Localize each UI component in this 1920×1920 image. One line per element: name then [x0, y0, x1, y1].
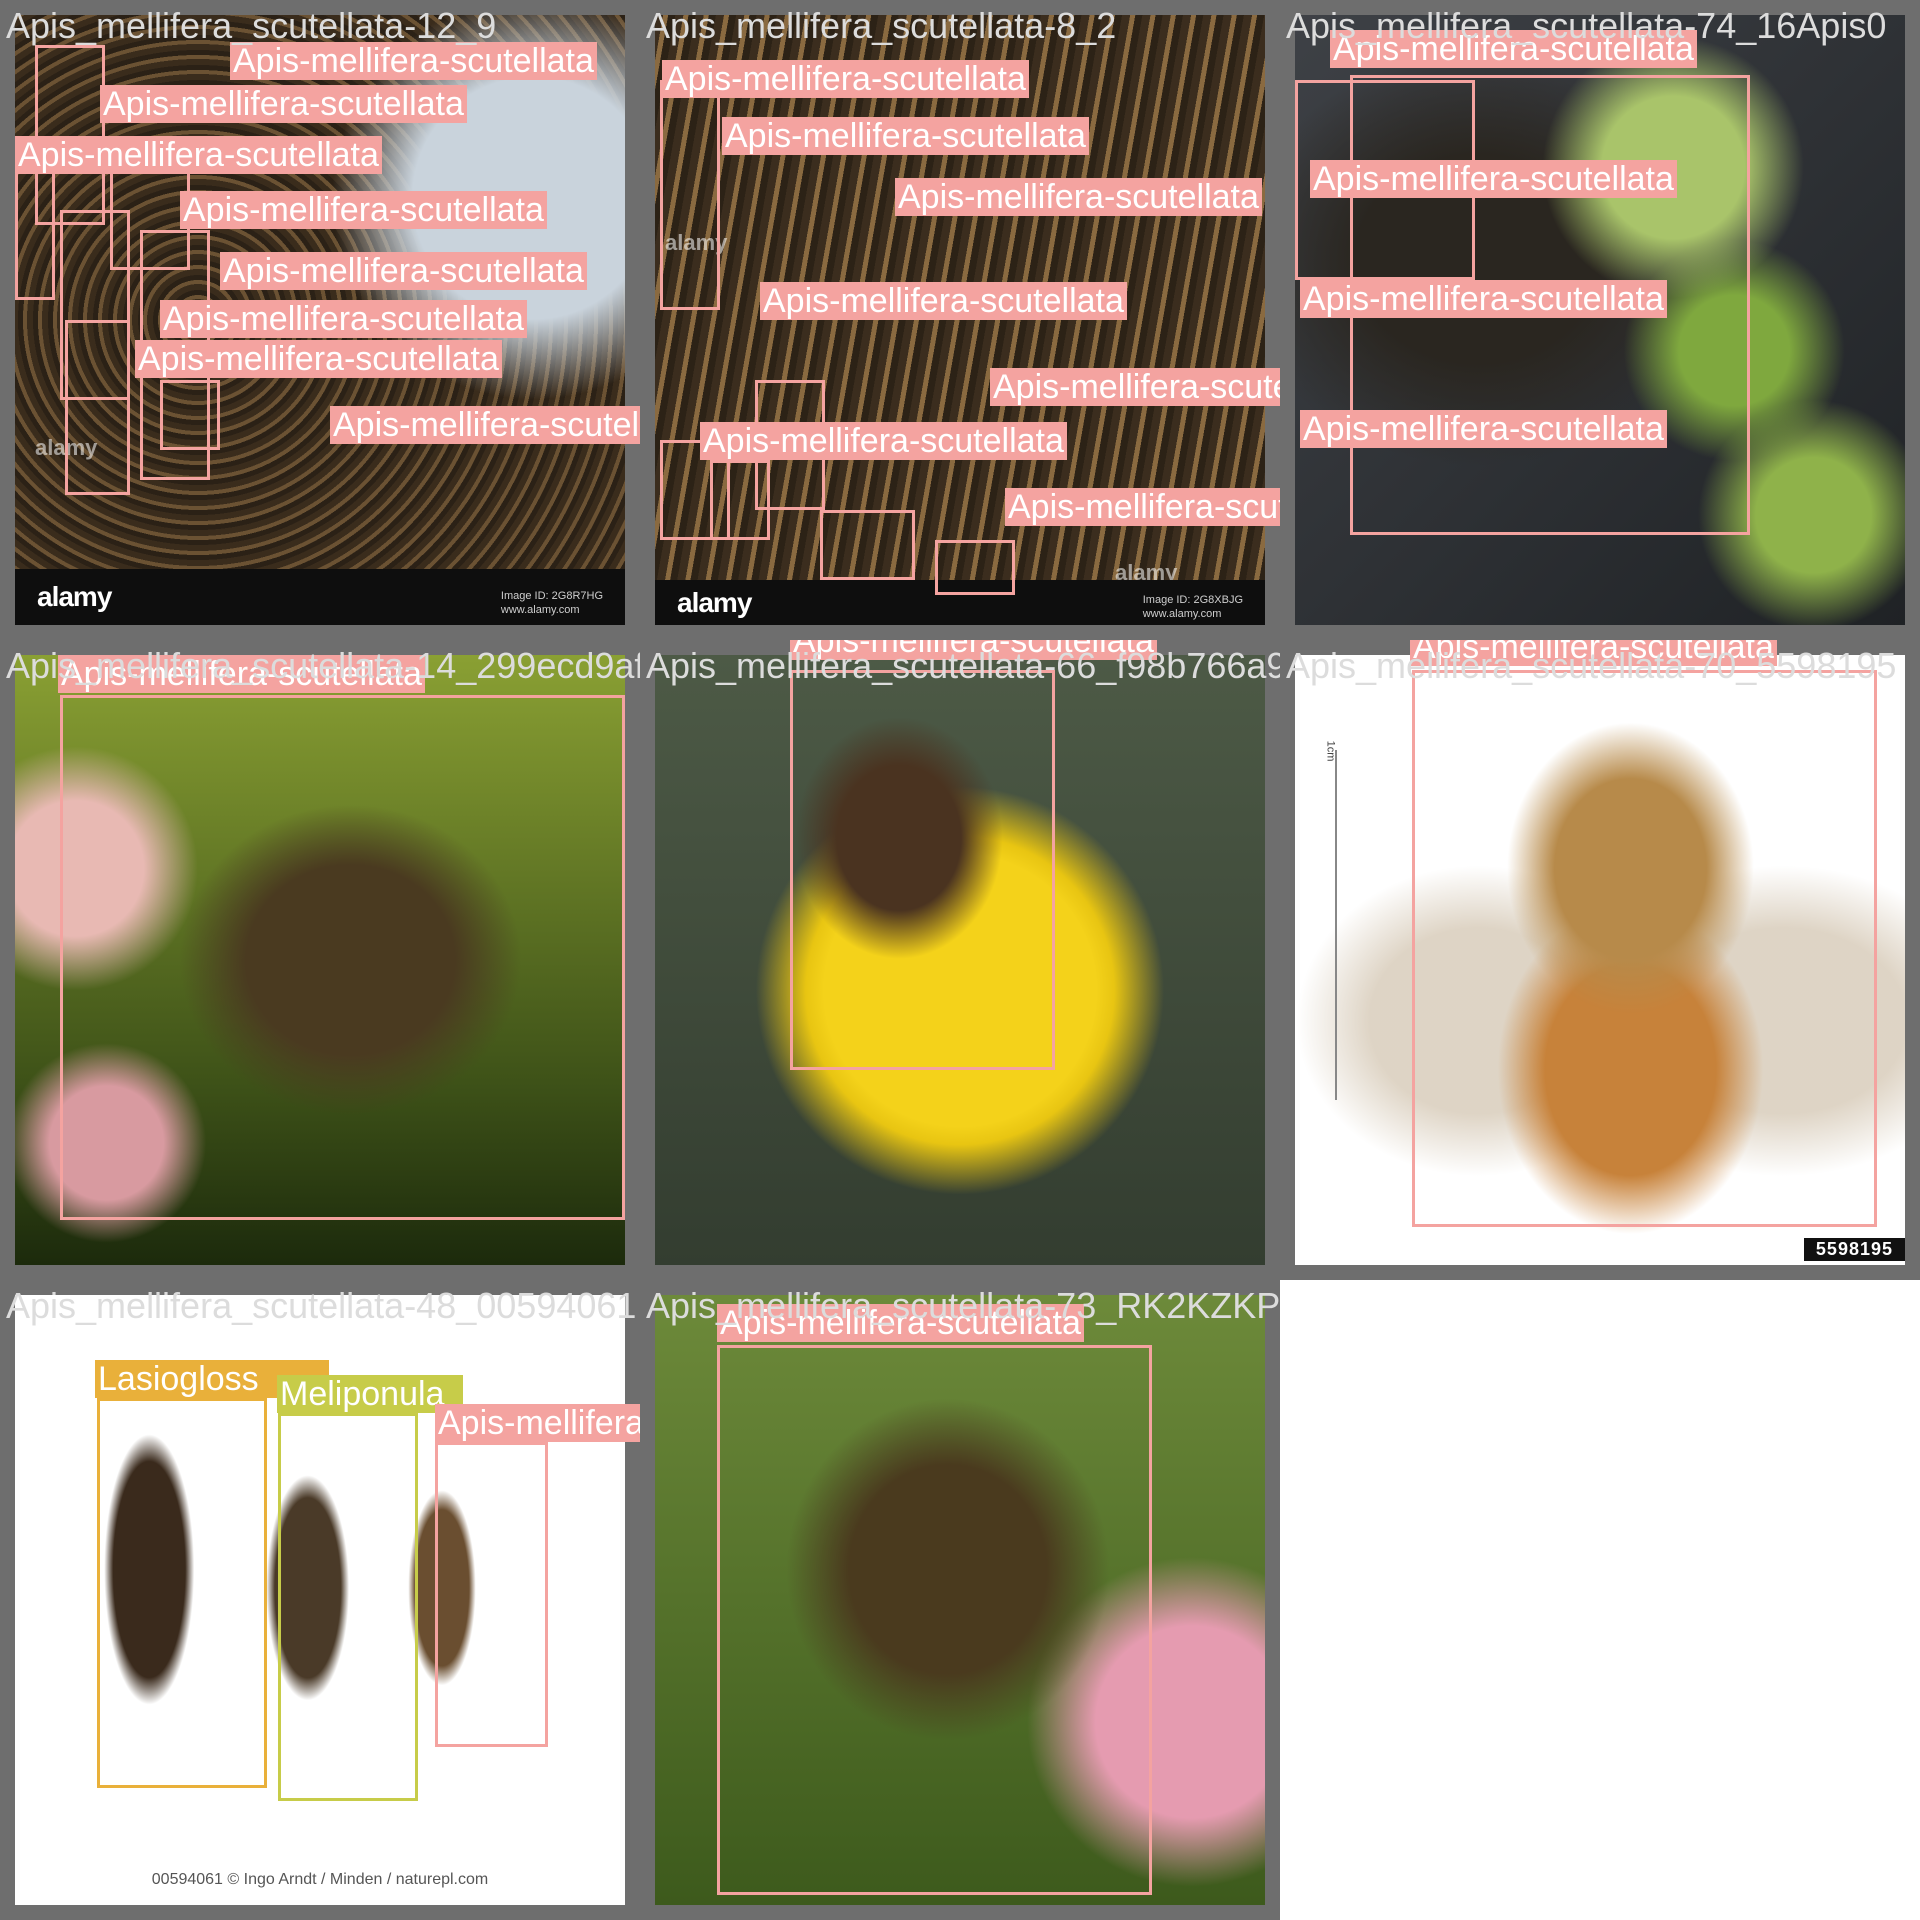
detection-box[interactable]: [60, 695, 625, 1220]
photo-credit: 00594061 © Ingo Arndt / Minden / naturep…: [151, 1871, 489, 1888]
mosaic-tile-3: Apis_mellifera_scutellata-74_16Apis0 Api…: [1280, 0, 1920, 640]
detection-box[interactable]: [278, 1413, 418, 1801]
detection-label: Apis-mellifera-scutellata: [895, 178, 1262, 216]
detection-label: Apis-mellifera-scutellata: [990, 368, 1280, 406]
detection-label: Apis-mellifera-scutellata: [135, 340, 502, 378]
image-id: Image ID: 2G8XBJG www.alamy.com: [1142, 594, 1243, 620]
detection-label: Apis-mellifera-scutellata: [230, 42, 597, 80]
mosaic-tile-5: Apis_mellifera_scutellata-66_f98b766a978…: [640, 640, 1280, 1280]
detection-box[interactable]: [935, 540, 1015, 595]
detection-label: Apis-mellifera-scutellata: [180, 191, 547, 229]
detection-label: Apis-mellifera-scutellata: [100, 85, 467, 123]
detection-box[interactable]: [160, 380, 220, 450]
detection-box[interactable]: [717, 1345, 1152, 1895]
detection-label: Apis-mellifera-scutellata: [220, 252, 587, 290]
empty-slot: [1280, 1280, 1920, 1920]
scale-bar: [1335, 750, 1337, 1100]
detection-label: Apis-mellifera-scutellata: [330, 406, 640, 444]
detection-box[interactable]: [435, 1442, 548, 1747]
detection-label: Apis-mellifera-scutellata: [15, 136, 382, 174]
detection-box[interactable]: [820, 510, 915, 580]
detection-label: Apis-mellifera-scutellata: [160, 300, 527, 338]
catalog-number: 5598195: [1803, 1238, 1905, 1261]
mosaic-tile-4: Apis_mellifera_scutellata-14_299ecd9af35…: [0, 640, 640, 1280]
stock-logo: alamy: [37, 581, 112, 612]
detection-label: Apis-mellifera-scutellata: [1300, 280, 1667, 318]
detection-label: Apis-mellifera-scutellata: [1310, 160, 1677, 198]
stock-logo: alamy: [677, 587, 752, 618]
mosaic-tile-2: alamy alamy alamy Image ID: 2G8XBJG www.…: [640, 0, 1280, 640]
detection-label: Apis-mellifera-scutellata: [1300, 410, 1667, 448]
detection-label: Apis-mellifera-scutellata: [700, 422, 1067, 460]
stock-footer: alamy Image ID: 2G8R7HG www.alamy.com: [15, 569, 625, 625]
tile-filename: Apis_mellifera_scutellata-12_9: [6, 5, 497, 46]
tile-filename: Apis_mellifera_scutellata-14_299ecd9af35: [6, 645, 640, 686]
detection-box[interactable]: [790, 670, 1055, 1070]
detection-box[interactable]: [660, 80, 720, 310]
tile-filename: Apis_mellifera_scutellata-48_00594061: [6, 1285, 637, 1326]
scale-label: 1cm: [1324, 740, 1337, 762]
detection-box[interactable]: [1412, 670, 1877, 1227]
tile-filename: Apis_mellifera_scutellata-73_RK2KZKPKRKE: [646, 1285, 1280, 1326]
detection-label: Apis-mellifera-scutellata: [1005, 488, 1280, 526]
tile-filename: Apis_mellifera_scutellata-8_2: [646, 5, 1117, 46]
detection-box[interactable]: [110, 170, 190, 270]
detection-box[interactable]: [65, 320, 130, 495]
tile-filename: Apis_mellifera_scutellata-70_5598195: [1286, 645, 1897, 686]
detection-label: Apis-mellifera-scutellata: [435, 1404, 640, 1442]
tile-filename: Apis_mellifera_scutellata-74_16Apis0: [1286, 5, 1887, 46]
image-id: Image ID: 2G8R7HG www.alamy.com: [500, 590, 603, 616]
detection-label: Apis-mellifera-scutellata: [662, 60, 1029, 98]
tile-filename: Apis_mellifera_scutellata-66_f98b766a978: [646, 645, 1280, 686]
detection-box[interactable]: [97, 1398, 267, 1788]
detection-label: Apis-mellifera-scutellata: [760, 282, 1127, 320]
mosaic-tile-8: Apis_mellifera_scutellata-73_RK2KZKPKRKE…: [640, 1280, 1280, 1920]
mosaic-tile-7: 00594061 © Ingo Arndt / Minden / naturep…: [0, 1280, 640, 1920]
mosaic-tile-1: alamy alamy Image ID: 2G8R7HG www.alamy.…: [0, 0, 640, 640]
mosaic-tile-6: 1cm 5598195 Apis_mellifera_scutellata-70…: [1280, 640, 1920, 1280]
detection-label: Apis-mellifera-scutellata: [722, 117, 1089, 155]
